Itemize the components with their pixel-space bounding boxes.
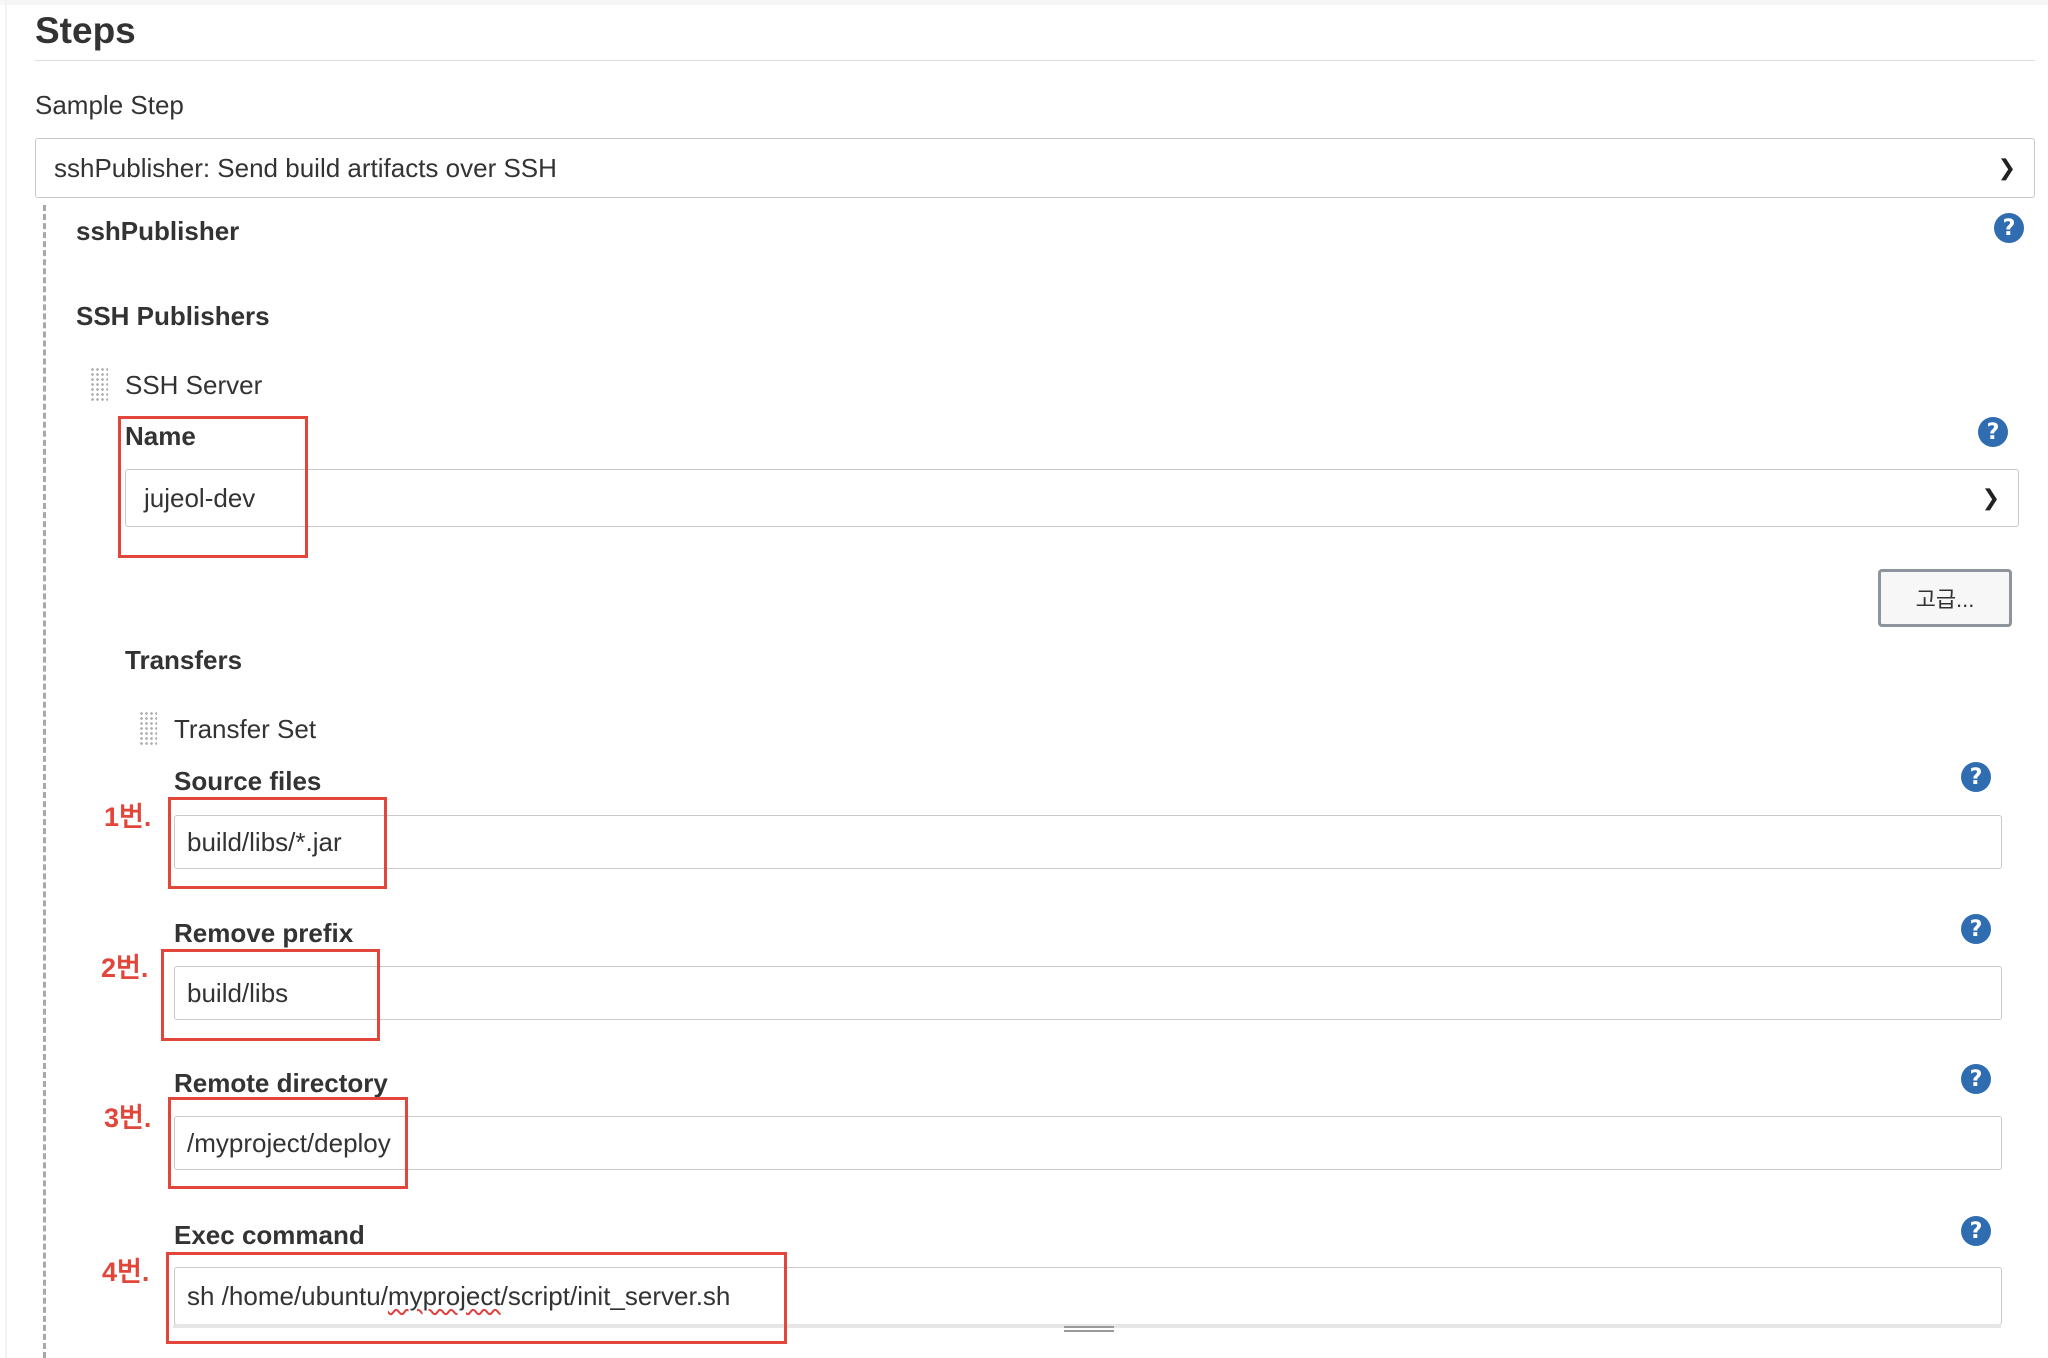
- steps-title: Steps: [35, 10, 136, 51]
- exec-command-label: Exec command: [174, 1220, 365, 1250]
- sample-step-select[interactable]: sshPublisher: Send build artifacts over …: [35, 138, 2035, 198]
- chevron-down-icon: ❯: [1997, 155, 2016, 180]
- drag-handle-icon[interactable]: [139, 711, 157, 747]
- help-icon[interactable]: ?: [1961, 914, 1991, 944]
- help-icon[interactable]: ?: [1961, 1216, 1991, 1246]
- marker-2: 2번.: [101, 953, 149, 983]
- ssh-publisher-title: sshPublisher: [76, 216, 240, 246]
- remote-directory-input[interactable]: /myproject/deploy: [174, 1116, 2002, 1170]
- transfer-set-label: Transfer Set: [174, 714, 317, 744]
- marker-4: 4번.: [102, 1257, 150, 1287]
- ssh-publishers-label: SSH Publishers: [76, 301, 270, 331]
- chevron-down-icon: ❯: [1981, 485, 2000, 510]
- steps-divider: [35, 60, 2035, 61]
- remove-prefix-highlight-box: [161, 949, 380, 1041]
- left-edge: [5, 0, 7, 1358]
- sample-step-label: Sample Step: [35, 90, 184, 120]
- help-icon[interactable]: ?: [1961, 762, 1991, 792]
- exec-command-highlight-box: [166, 1252, 787, 1344]
- advanced-button[interactable]: 고급...: [1878, 569, 2012, 627]
- drag-handle-icon[interactable]: [90, 367, 108, 403]
- nested-section-border: [43, 205, 46, 1358]
- help-icon[interactable]: ?: [1978, 417, 2008, 447]
- marker-1: 1번.: [104, 802, 152, 832]
- sample-step-value: sshPublisher: Send build artifacts over …: [54, 152, 557, 183]
- name-highlight-box: [118, 416, 308, 558]
- remove-prefix-label: Remove prefix: [174, 918, 354, 948]
- help-icon[interactable]: ?: [1961, 1064, 1991, 1094]
- remote-directory-highlight-box: [168, 1097, 408, 1189]
- name-select[interactable]: jujeol-dev ❯: [125, 469, 2019, 527]
- help-icon[interactable]: ?: [1994, 213, 2024, 243]
- source-files-highlight-box: [168, 797, 387, 889]
- remove-prefix-input[interactable]: build/libs: [174, 966, 2002, 1020]
- source-files-label: Source files: [174, 766, 322, 796]
- transfers-label: Transfers: [125, 645, 243, 675]
- ssh-server-label: SSH Server: [125, 370, 263, 400]
- top-edge: [0, 0, 2048, 5]
- remote-directory-label: Remote directory: [174, 1068, 388, 1098]
- textarea-resize-handle[interactable]: [1064, 1326, 1114, 1332]
- source-files-input[interactable]: build/libs/*.jar: [174, 815, 2002, 869]
- marker-3: 3번.: [104, 1103, 152, 1133]
